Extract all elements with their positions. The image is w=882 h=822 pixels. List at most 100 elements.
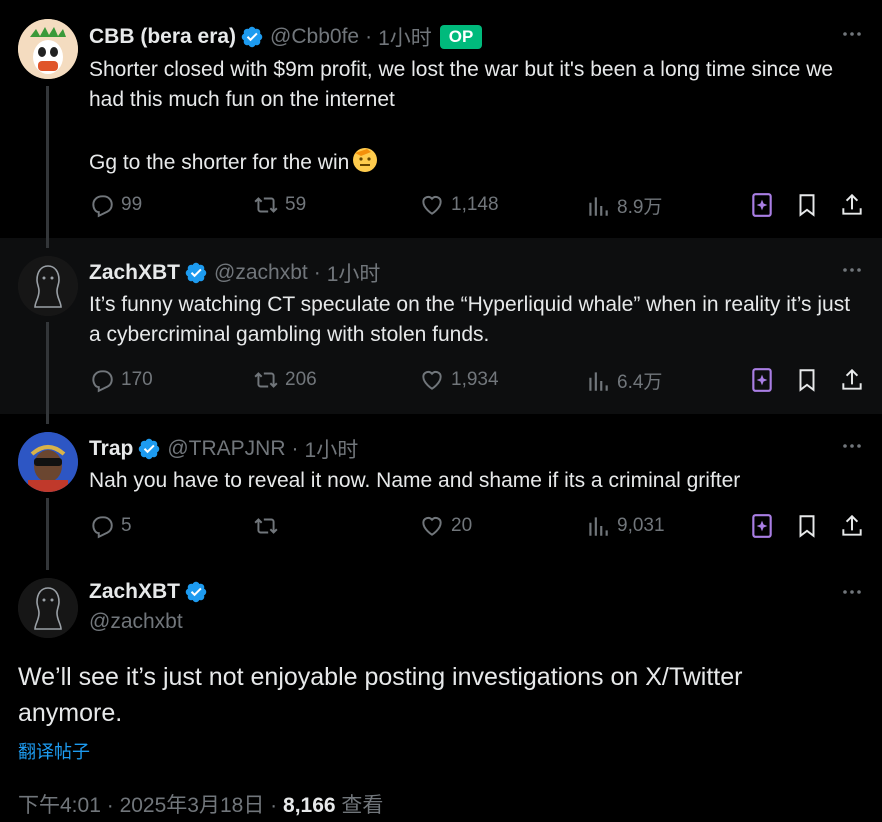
- display-name[interactable]: ZachXBT: [89, 261, 180, 285]
- tweet-text: Shorter closed with $9m profit, we lost …: [89, 55, 862, 182]
- more-options-icon[interactable]: [840, 434, 864, 458]
- view-count: 8.9万: [617, 197, 663, 218]
- reply-button[interactable]: 5: [89, 513, 132, 539]
- meta-separator: ·: [270, 794, 278, 817]
- tweet-header: Trap @TRAPJNR · 1小时: [89, 434, 358, 464]
- grok-icon[interactable]: [749, 367, 775, 393]
- repost-button[interactable]: 59: [253, 192, 306, 218]
- grok-icon[interactable]: [749, 513, 775, 539]
- handle[interactable]: @zachxbt: [214, 261, 308, 285]
- tweet-text-body: Shorter closed with $9m profit, we lost …: [89, 58, 834, 174]
- timestamp[interactable]: 1小时: [305, 434, 359, 464]
- heart-icon: [422, 195, 442, 215]
- verified-badge-icon[interactable]: [240, 25, 264, 49]
- repost-button[interactable]: 206: [253, 367, 317, 393]
- like-count: 20: [451, 515, 473, 536]
- view-count: 6.4万: [617, 372, 663, 393]
- saluting-face-icon: [351, 145, 379, 182]
- thread-line: [46, 560, 49, 570]
- reply-icon: [92, 370, 113, 393]
- repost-button[interactable]: [253, 513, 285, 539]
- main-tweet-text: We’ll see it’s just not enjoyable postin…: [18, 663, 743, 727]
- avatar[interactable]: [18, 432, 78, 492]
- avatar[interactable]: [18, 578, 78, 638]
- thread-line: [46, 86, 49, 238]
- reply-count: 5: [121, 515, 132, 536]
- avatar[interactable]: [18, 256, 78, 316]
- time-separator: ·: [313, 261, 321, 284]
- meta-separator: ·: [106, 794, 114, 817]
- tweet-header: CBB (bera era) @Cbb0fe · 1小时 OP: [89, 22, 483, 52]
- repost-icon: [254, 518, 278, 534]
- views-button[interactable]: 6.4万: [585, 367, 662, 394]
- timestamp[interactable]: 1小时: [327, 258, 381, 288]
- handle[interactable]: @Cbb0fe: [270, 25, 359, 49]
- display-name[interactable]: Trap: [89, 437, 133, 461]
- action-bar: 170 206 1,934 6.4万: [89, 367, 864, 397]
- like-button[interactable]: 20: [419, 513, 472, 539]
- bookmark-icon[interactable]: [794, 513, 820, 539]
- views-button[interactable]: 9,031: [585, 513, 665, 539]
- reply-icon: [92, 516, 113, 539]
- views-icon: [589, 371, 608, 391]
- reply-button[interactable]: 170: [89, 367, 153, 393]
- action-bar: 5 20 9,031: [89, 513, 864, 543]
- more-options-icon[interactable]: [840, 22, 864, 46]
- tweet-text: It’s funny watching CT speculate on the …: [89, 293, 856, 346]
- bookmark-icon[interactable]: [794, 192, 820, 218]
- post-time[interactable]: 下午4:01: [18, 794, 101, 817]
- bookmark-icon[interactable]: [794, 367, 820, 393]
- views-button[interactable]: 8.9万: [585, 192, 662, 219]
- display-name[interactable]: ZachXBT: [89, 580, 180, 604]
- reply-tweet-trap[interactable]: Trap @TRAPJNR · 1小时 Nah you have to reve…: [0, 414, 882, 560]
- share-icon[interactable]: [839, 513, 865, 539]
- handle[interactable]: @zachxbt: [89, 610, 208, 634]
- view-count: 9,031: [617, 515, 665, 536]
- time-separator: ·: [365, 25, 373, 48]
- reply-count: 99: [121, 194, 143, 215]
- timestamp[interactable]: 1小时: [378, 22, 432, 52]
- reply-tweet-cbb[interactable]: CBB (bera era) @Cbb0fe · 1小时 OP Shorter …: [0, 0, 882, 238]
- like-button[interactable]: 1,148: [419, 192, 499, 218]
- main-tweet-header: ZachXBT @zachxbt: [89, 580, 208, 634]
- thread-line: [46, 322, 49, 414]
- reply-button[interactable]: 99: [89, 192, 142, 218]
- repost-count: 206: [285, 369, 317, 390]
- grok-icon[interactable]: [749, 192, 775, 218]
- more-options-icon[interactable]: [840, 580, 864, 604]
- action-bar: 99 59 1,148 8.9万: [89, 192, 864, 222]
- more-options-icon[interactable]: [840, 258, 864, 282]
- op-badge: OP: [439, 25, 483, 49]
- repost-icon: [254, 197, 278, 213]
- tweet-header: ZachXBT @zachxbt · 1小时: [89, 258, 380, 288]
- views-label: 查看: [341, 794, 384, 817]
- post-date[interactable]: 2025年3月18日: [120, 794, 265, 817]
- thread-line: [46, 414, 49, 424]
- avatar[interactable]: [18, 19, 78, 79]
- view-count: 8,166: [283, 794, 336, 817]
- reply-icon: [92, 195, 113, 218]
- verified-badge-icon[interactable]: [137, 437, 161, 461]
- repost-icon: [254, 372, 278, 388]
- translate-post-link[interactable]: 翻译帖子: [18, 738, 90, 764]
- repost-count: 59: [285, 194, 307, 215]
- display-name[interactable]: CBB (bera era): [89, 25, 236, 49]
- heart-icon: [422, 516, 442, 536]
- like-button[interactable]: 1,934: [419, 367, 499, 393]
- tweet-text: Nah you have to reveal it now. Name and …: [89, 469, 741, 492]
- handle[interactable]: @TRAPJNR: [167, 437, 285, 461]
- tweet-metadata: 下午4:01 · 2025年3月18日 · 8,166 查看: [18, 789, 383, 819]
- reply-count: 170: [121, 369, 153, 390]
- verified-badge-icon[interactable]: [184, 261, 208, 285]
- like-count: 1,148: [451, 194, 499, 215]
- reply-tweet-zachxbt[interactable]: ZachXBT @zachxbt · 1小时 It’s funny watchi…: [0, 238, 882, 414]
- share-icon[interactable]: [839, 367, 865, 393]
- views-icon: [589, 517, 608, 536]
- share-icon[interactable]: [839, 192, 865, 218]
- thread-line: [46, 238, 49, 248]
- like-count: 1,934: [451, 369, 499, 390]
- time-separator: ·: [291, 437, 299, 460]
- heart-icon: [422, 370, 442, 390]
- views-icon: [589, 196, 608, 216]
- verified-badge-icon[interactable]: [184, 580, 208, 604]
